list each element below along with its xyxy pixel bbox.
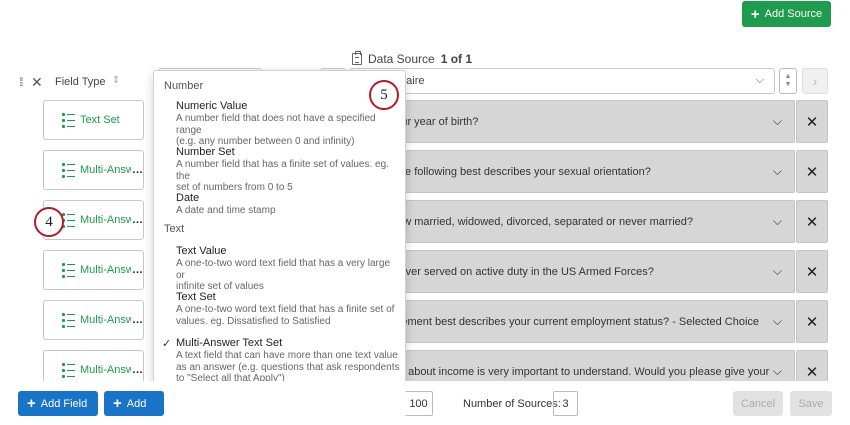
add-field-label: Add Field xyxy=(40,397,88,410)
option-title: Multi-Answer Text Set xyxy=(176,337,283,349)
dropdown-group-number: Number xyxy=(164,80,204,92)
option-description: A number field that has a finite set of … xyxy=(176,159,389,182)
step-badge-5: 5 xyxy=(369,80,399,110)
checkmark-icon: ✓ xyxy=(162,338,172,350)
field-type-value: Multi-Answe xyxy=(80,164,131,176)
close-icon: ✕ xyxy=(805,163,819,181)
option-description: A one-to-two word text field that has a … xyxy=(176,304,395,315)
list-icon xyxy=(62,162,75,179)
dropdown-option[interactable]: Text Set A one-to-two word text field tha… xyxy=(176,291,400,327)
remove-row-button[interactable]: ✕ xyxy=(796,200,828,243)
plus-icon: + xyxy=(113,395,122,412)
option-title: Text Value xyxy=(176,245,227,257)
add-source-label: Add Source xyxy=(764,8,823,20)
source-stepper[interactable]: ▲ ▼ xyxy=(779,68,797,94)
option-description: A one-to-two word text field that has a … xyxy=(176,258,390,281)
remove-row-button[interactable]: ✕ xyxy=(796,300,828,343)
question-select[interactable]: Which statement best describes your curr… xyxy=(349,300,795,343)
list-icon xyxy=(62,312,75,329)
data-source-prefix: Data Source xyxy=(368,52,435,66)
question-select[interactable]: Have you ever served on active duty in t… xyxy=(349,250,795,293)
option-title: Number Set xyxy=(176,146,235,158)
option-description: A text field that can have more than one… xyxy=(176,350,398,361)
data-source-index: 1 of 1 xyxy=(440,52,473,66)
dropdown-option[interactable]: Multi-Answer Text Set A text field that c… xyxy=(176,337,400,385)
option-description: A date and time stamp xyxy=(176,205,276,216)
option-description: values. eg. Dissatisfied to Satisfied xyxy=(176,315,331,327)
field-type-value: Text Set xyxy=(80,114,120,126)
chevron-down-icon: ⌵ xyxy=(772,164,782,178)
field-type-select[interactable]: Multi-Answe… xyxy=(43,150,144,190)
question-text: Information about income is very importa… xyxy=(350,365,770,378)
remove-row-button[interactable]: ✕ xyxy=(796,150,828,193)
question-text: Which statement best describes your curr… xyxy=(350,315,760,328)
dropdown-option[interactable]: Date A date and time stamp xyxy=(176,192,400,217)
add-source-button[interactable]: + Add Source xyxy=(742,1,831,27)
field-type-select[interactable]: Multi-Answe… xyxy=(43,300,144,340)
data-source-header: Data Source 1 of 1 xyxy=(352,51,473,66)
chevron-down-icon: ⌵ xyxy=(772,214,782,228)
dropdown-option[interactable]: Numeric Value A number field that does no… xyxy=(176,100,400,148)
step-badge-4: 4 xyxy=(34,207,64,237)
chevron-down-icon: ⌵ xyxy=(772,314,782,328)
next-source-button[interactable]: › xyxy=(802,68,828,94)
chevron-down-icon: ⌵ xyxy=(772,364,782,378)
chevron-down-icon: ▼ xyxy=(784,81,792,88)
ellipsis-icon: … xyxy=(132,214,143,226)
add-secondary-label: Add xyxy=(126,397,147,410)
close-icon: ✕ xyxy=(805,313,819,331)
close-icon: ✕ xyxy=(805,263,819,281)
plus-icon: + xyxy=(27,395,36,412)
option-title: Text Set xyxy=(176,291,216,303)
remove-row-button[interactable]: ✕ xyxy=(796,100,828,143)
remove-row-button[interactable]: ✕ xyxy=(796,250,828,293)
chevron-down-icon: ⌵ xyxy=(772,114,782,128)
field-type-dropdown: Number Text Numeric Value A number field … xyxy=(153,70,406,422)
close-icon: ✕ xyxy=(805,213,819,231)
list-icon xyxy=(62,262,75,279)
save-button[interactable]: Save xyxy=(790,391,832,416)
ellipsis-icon: … xyxy=(132,364,143,376)
rows-input[interactable]: 100 xyxy=(405,391,433,416)
field-type-value: Multi-Answe xyxy=(80,314,131,326)
list-icon xyxy=(62,362,75,379)
cancel-button[interactable]: Cancel xyxy=(733,391,783,416)
option-title: Numeric Value xyxy=(176,100,248,112)
dropdown-option[interactable]: Text Value A one-to-two word text field t… xyxy=(176,245,400,293)
field-type-value: Multi-Answe xyxy=(80,214,131,226)
num-sources-label: Number of Sources: xyxy=(463,398,561,410)
dropdown-group-text: Text xyxy=(164,223,185,235)
question-select[interactable]: Are you now married, widowed, divorced, … xyxy=(349,200,795,243)
field-type-select[interactable]: Multi-Answe… xyxy=(43,250,144,290)
ellipsis-icon: … xyxy=(132,164,143,176)
chevron-right-icon: › xyxy=(812,73,818,89)
ellipsis-icon: … xyxy=(132,314,143,326)
chevron-down-icon: ⌵ xyxy=(772,264,782,278)
list-icon xyxy=(62,112,75,129)
chevron-up-icon: ▲ xyxy=(784,73,792,80)
drag-handle-icon[interactable]: ⁞⁞ xyxy=(19,75,23,89)
field-type-value: Multi-Answe xyxy=(80,264,131,276)
chevron-down-icon: ⌵ xyxy=(755,74,764,86)
source-select[interactable]: Questionnaire ⌵ xyxy=(349,68,775,94)
option-description: as an answer (e.g. questions that ask re… xyxy=(176,361,400,373)
field-type-select[interactable]: Text Set xyxy=(43,100,144,140)
close-icon: ✕ xyxy=(805,113,819,131)
plus-icon: + xyxy=(750,5,760,23)
sort-icon[interactable]: ⇕ xyxy=(112,75,120,86)
dropdown-option[interactable]: Number Set A number field that has a fini… xyxy=(176,146,400,194)
clipboard-icon xyxy=(352,51,362,65)
num-sources-input[interactable]: 3 xyxy=(553,391,578,416)
remove-column-icon[interactable]: ✕ xyxy=(31,74,43,91)
question-select[interactable]: What is your year of birth? ⌵ xyxy=(349,100,795,143)
question-select[interactable]: Which of the following best describes yo… xyxy=(349,150,795,193)
field-type-header: Field Type xyxy=(55,76,106,88)
ellipsis-icon: … xyxy=(132,264,143,276)
add-secondary-button[interactable]: + Add xyxy=(104,391,164,416)
option-description: A number field that does not have a spec… xyxy=(176,113,376,136)
field-type-value: Multi-Answe xyxy=(80,364,131,376)
add-field-button[interactable]: + Add Field xyxy=(18,391,98,416)
option-title: Date xyxy=(176,192,200,204)
close-icon: ✕ xyxy=(805,363,819,381)
